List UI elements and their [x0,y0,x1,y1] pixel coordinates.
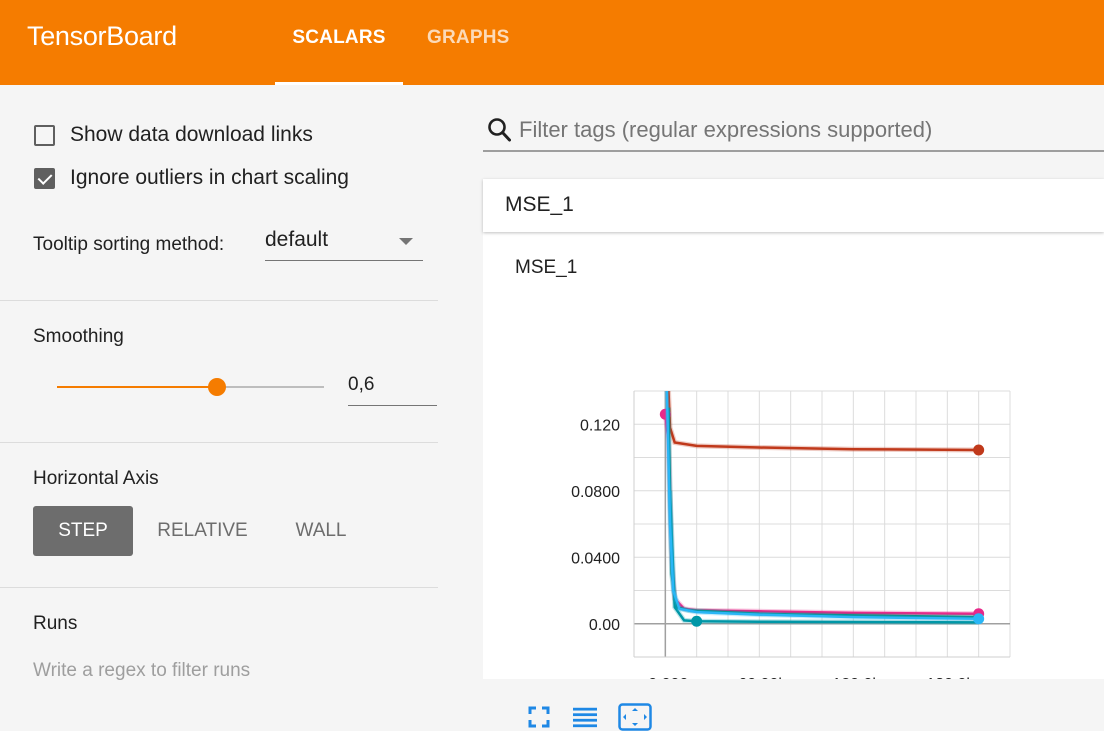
smoothing-slider-fill [57,386,218,388]
tooltip-sorting-value: default [265,228,329,251]
y-tick-label: 0.0800 [571,484,620,501]
series-point [973,613,985,625]
horizontal-axis-title: Horizontal Axis [33,468,159,489]
axis-relative-button[interactable]: RELATIVE [145,506,260,556]
checkbox-unchecked-icon[interactable] [34,124,55,146]
main-panel: Filter tags (regular expressions support… [483,85,1104,731]
tab-graphs[interactable]: GRAPHS [427,27,510,49]
show-download-links-checkbox[interactable]: Show data download links [34,121,313,149]
fullscreen-icon[interactable] [527,705,551,729]
section-divider [0,587,438,588]
fit-domain-icon[interactable] [618,703,652,731]
app-title: TensorBoard [27,21,177,51]
sidebar: Show data download links Ignore outliers… [0,85,438,681]
axis-step-button[interactable]: STEP [33,506,133,556]
y-tick-label: 0.120 [580,417,620,434]
ignore-outliers-label: Ignore outliers in chart scaling [70,166,349,189]
smoothing-input[interactable]: 0,6 [348,370,437,406]
tab-scalars[interactable]: SCALARS [275,27,403,49]
x-tick-label: 120.0k [832,676,881,679]
checkbox-checked-icon[interactable] [34,167,55,189]
series-point [973,444,985,456]
search-icon [488,118,511,142]
series-line [667,407,979,619]
dropdown-arrow-icon [399,238,413,245]
runs-title: Runs [33,613,78,634]
y-tick-label: 0.00 [589,617,620,634]
smoothing-value: 0,6 [348,374,375,395]
x-tick-label: 180.0k [926,676,975,679]
section-divider [0,300,438,301]
series-raw-line [666,407,979,620]
x-tick-label: 0.000 [648,676,688,679]
series-line [665,391,979,621]
runs-filter-input[interactable]: Write a regex to filter runs [33,660,250,682]
smoothing-slider[interactable] [57,378,324,396]
line-chart[interactable]: 0.00 0.0400 0.0800 0.120 0.000 60.00k 120.0k 18… [483,179,1104,679]
axis-wall-button[interactable]: WALL [278,506,364,556]
y-tick-label: 0.0400 [571,550,620,567]
series-line [668,490,979,624]
tooltip-sorting-label: Tooltip sorting method: [33,234,225,255]
x-tick-label: 60.00k [738,676,787,679]
tag-filter-input[interactable]: Filter tags (regular expressions support… [519,117,932,143]
smoothing-title: Smoothing [33,326,124,347]
series-point [691,615,703,627]
series-raw-line [666,391,979,453]
series-raw-line [667,490,979,625]
smoothing-slider-thumb[interactable] [208,378,227,396]
tooltip-sorting-select[interactable]: default [265,227,423,261]
show-download-links-label: Show data download links [70,123,313,146]
ignore-outliers-checkbox[interactable]: Ignore outliers in chart scaling [34,164,349,192]
list-icon[interactable] [573,705,597,729]
top-app-bar: TensorBoard SCALARS GRAPHS [0,0,1104,85]
section-divider [0,442,438,443]
scalar-card: MSE_1 MSE_1 0.000.04000.08000.1200.00060… [483,179,1104,731]
series-line [667,391,979,452]
search-underline [483,150,1104,152]
series-raw-line [664,391,979,622]
